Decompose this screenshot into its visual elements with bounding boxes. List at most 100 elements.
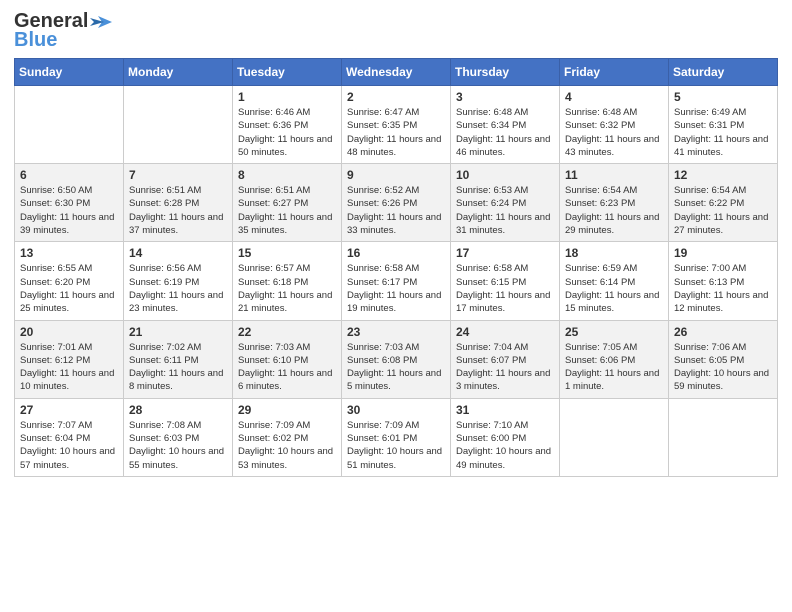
logo-blue: Blue xyxy=(14,29,57,52)
calendar-cell: 24 Sunrise: 7:04 AMSunset: 6:07 PMDayligh… xyxy=(451,320,560,398)
week-row-2: 6 Sunrise: 6:50 AMSunset: 6:30 PMDaylight… xyxy=(15,164,778,242)
day-info: Sunrise: 7:03 AMSunset: 6:10 PMDaylight:… xyxy=(238,341,336,394)
calendar-cell: 12 Sunrise: 6:54 AMSunset: 6:22 PMDayligh… xyxy=(669,164,778,242)
day-number: 12 xyxy=(674,168,772,182)
day-number: 25 xyxy=(565,325,663,339)
day-info: Sunrise: 6:58 AMSunset: 6:15 PMDaylight:… xyxy=(456,262,554,315)
day-info: Sunrise: 7:05 AMSunset: 6:06 PMDaylight:… xyxy=(565,341,663,394)
weekday-header-row: SundayMondayTuesdayWednesdayThursdayFrid… xyxy=(15,59,778,86)
calendar-cell xyxy=(669,398,778,476)
day-number: 1 xyxy=(238,90,336,104)
day-info: Sunrise: 6:47 AMSunset: 6:35 PMDaylight:… xyxy=(347,106,445,159)
calendar-cell: 7 Sunrise: 6:51 AMSunset: 6:28 PMDaylight… xyxy=(124,164,233,242)
logo: General Blue xyxy=(14,10,112,52)
day-number: 14 xyxy=(129,246,227,260)
calendar-cell: 18 Sunrise: 6:59 AMSunset: 6:14 PMDayligh… xyxy=(560,242,669,320)
calendar-cell: 1Sunrise: 6:46 AMSunset: 6:36 PMDaylight… xyxy=(233,86,342,164)
day-number: 30 xyxy=(347,403,445,417)
calendar-cell: 25 Sunrise: 7:05 AMSunset: 6:06 PMDayligh… xyxy=(560,320,669,398)
day-number: 28 xyxy=(129,403,227,417)
calendar-cell: 22Sunrise: 7:03 AMSunset: 6:10 PMDayligh… xyxy=(233,320,342,398)
day-number: 11 xyxy=(565,168,663,182)
day-info: Sunrise: 6:56 AMSunset: 6:19 PMDaylight:… xyxy=(129,262,227,315)
day-info: Sunrise: 6:49 AMSunset: 6:31 PMDaylight:… xyxy=(674,106,772,159)
day-info: Sunrise: 7:09 AMSunset: 6:01 PMDaylight:… xyxy=(347,419,445,472)
day-number: 5 xyxy=(674,90,772,104)
day-number: 31 xyxy=(456,403,554,417)
day-number: 3 xyxy=(456,90,554,104)
day-number: 20 xyxy=(20,325,118,339)
day-number: 23 xyxy=(347,325,445,339)
logo-bird-icon xyxy=(90,14,112,30)
calendar-cell: 19 Sunrise: 7:00 AMSunset: 6:13 PMDayligh… xyxy=(669,242,778,320)
calendar-cell: 13 Sunrise: 6:55 AMSunset: 6:20 PMDayligh… xyxy=(15,242,124,320)
calendar-cell: 15Sunrise: 6:57 AMSunset: 6:18 PMDayligh… xyxy=(233,242,342,320)
day-info: Sunrise: 6:50 AMSunset: 6:30 PMDaylight:… xyxy=(20,184,118,237)
calendar-cell: 30 Sunrise: 7:09 AMSunset: 6:01 PMDayligh… xyxy=(342,398,451,476)
weekday-header-thursday: Thursday xyxy=(451,59,560,86)
day-number: 21 xyxy=(129,325,227,339)
day-info: Sunrise: 7:01 AMSunset: 6:12 PMDaylight:… xyxy=(20,341,118,394)
day-info: Sunrise: 6:52 AMSunset: 6:26 PMDaylight:… xyxy=(347,184,445,237)
day-number: 26 xyxy=(674,325,772,339)
day-info: Sunrise: 6:54 AMSunset: 6:22 PMDaylight:… xyxy=(674,184,772,237)
calendar-cell: 20 Sunrise: 7:01 AMSunset: 6:12 PMDayligh… xyxy=(15,320,124,398)
calendar-cell: 14 Sunrise: 6:56 AMSunset: 6:19 PMDayligh… xyxy=(124,242,233,320)
day-info: Sunrise: 7:03 AMSunset: 6:08 PMDaylight:… xyxy=(347,341,445,394)
calendar-cell: 11Sunrise: 6:54 AMSunset: 6:23 PMDayligh… xyxy=(560,164,669,242)
calendar-cell: 26 Sunrise: 7:06 AMSunset: 6:05 PMDayligh… xyxy=(669,320,778,398)
calendar-table: SundayMondayTuesdayWednesdayThursdayFrid… xyxy=(14,58,778,477)
calendar-cell: 23 Sunrise: 7:03 AMSunset: 6:08 PMDayligh… xyxy=(342,320,451,398)
calendar-cell xyxy=(15,86,124,164)
calendar-cell xyxy=(560,398,669,476)
day-number: 8 xyxy=(238,168,336,182)
day-number: 2 xyxy=(347,90,445,104)
day-number: 13 xyxy=(20,246,118,260)
day-info: Sunrise: 6:59 AMSunset: 6:14 PMDaylight:… xyxy=(565,262,663,315)
day-info: Sunrise: 6:51 AMSunset: 6:28 PMDaylight:… xyxy=(129,184,227,237)
day-number: 4 xyxy=(565,90,663,104)
day-info: Sunrise: 6:55 AMSunset: 6:20 PMDaylight:… xyxy=(20,262,118,315)
day-number: 19 xyxy=(674,246,772,260)
day-number: 18 xyxy=(565,246,663,260)
calendar-cell: 2 Sunrise: 6:47 AMSunset: 6:35 PMDaylight… xyxy=(342,86,451,164)
calendar-cell: 16 Sunrise: 6:58 AMSunset: 6:17 PMDayligh… xyxy=(342,242,451,320)
week-row-1: 1Sunrise: 6:46 AMSunset: 6:36 PMDaylight… xyxy=(15,86,778,164)
calendar-cell: 9 Sunrise: 6:52 AMSunset: 6:26 PMDaylight… xyxy=(342,164,451,242)
day-info: Sunrise: 7:00 AMSunset: 6:13 PMDaylight:… xyxy=(674,262,772,315)
day-info: Sunrise: 7:06 AMSunset: 6:05 PMDaylight:… xyxy=(674,341,772,394)
day-number: 24 xyxy=(456,325,554,339)
day-number: 15 xyxy=(238,246,336,260)
day-info: Sunrise: 7:04 AMSunset: 6:07 PMDaylight:… xyxy=(456,341,554,394)
calendar-cell: 6 Sunrise: 6:50 AMSunset: 6:30 PMDaylight… xyxy=(15,164,124,242)
day-info: Sunrise: 7:02 AMSunset: 6:11 PMDaylight:… xyxy=(129,341,227,394)
calendar-cell: 8 Sunrise: 6:51 AMSunset: 6:27 PMDaylight… xyxy=(233,164,342,242)
day-number: 29 xyxy=(238,403,336,417)
weekday-header-tuesday: Tuesday xyxy=(233,59,342,86)
calendar-cell: 17Sunrise: 6:58 AMSunset: 6:15 PMDayligh… xyxy=(451,242,560,320)
day-info: Sunrise: 7:07 AMSunset: 6:04 PMDaylight:… xyxy=(20,419,118,472)
day-info: Sunrise: 7:09 AMSunset: 6:02 PMDaylight:… xyxy=(238,419,336,472)
day-number: 7 xyxy=(129,168,227,182)
day-number: 10 xyxy=(456,168,554,182)
day-number: 9 xyxy=(347,168,445,182)
calendar-cell: 10Sunrise: 6:53 AMSunset: 6:24 PMDayligh… xyxy=(451,164,560,242)
calendar-cell xyxy=(124,86,233,164)
day-info: Sunrise: 6:48 AMSunset: 6:32 PMDaylight:… xyxy=(565,106,663,159)
day-number: 27 xyxy=(20,403,118,417)
day-info: Sunrise: 6:58 AMSunset: 6:17 PMDaylight:… xyxy=(347,262,445,315)
calendar-container: General Blue SundayMondayTuesdayWednesda… xyxy=(0,0,792,491)
week-row-3: 13 Sunrise: 6:55 AMSunset: 6:20 PMDayligh… xyxy=(15,242,778,320)
calendar-cell: 21 Sunrise: 7:02 AMSunset: 6:11 PMDayligh… xyxy=(124,320,233,398)
day-info: Sunrise: 7:08 AMSunset: 6:03 PMDaylight:… xyxy=(129,419,227,472)
weekday-header-wednesday: Wednesday xyxy=(342,59,451,86)
calendar-cell: 27 Sunrise: 7:07 AMSunset: 6:04 PMDayligh… xyxy=(15,398,124,476)
day-info: Sunrise: 6:48 AMSunset: 6:34 PMDaylight:… xyxy=(456,106,554,159)
weekday-header-monday: Monday xyxy=(124,59,233,86)
day-number: 6 xyxy=(20,168,118,182)
weekday-header-friday: Friday xyxy=(560,59,669,86)
day-number: 16 xyxy=(347,246,445,260)
day-info: Sunrise: 6:51 AMSunset: 6:27 PMDaylight:… xyxy=(238,184,336,237)
calendar-cell: 29 Sunrise: 7:09 AMSunset: 6:02 PMDayligh… xyxy=(233,398,342,476)
calendar-cell: 3 Sunrise: 6:48 AMSunset: 6:34 PMDaylight… xyxy=(451,86,560,164)
